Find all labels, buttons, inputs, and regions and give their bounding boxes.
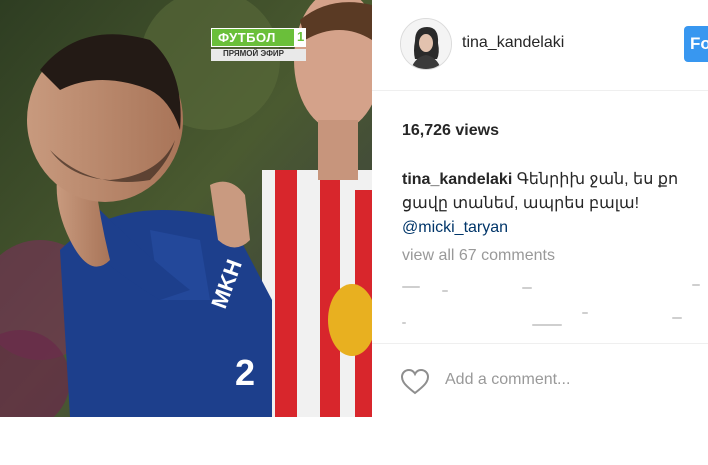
heart-outline-icon[interactable] (400, 368, 430, 396)
caption-text-line1: Գենրիխ ջան, ես քո (516, 171, 679, 188)
caption-username[interactable]: tina_kandelaki (402, 171, 512, 188)
caption-text-line2: ցավը տանեմ, ապրես բալա! (402, 195, 640, 212)
svg-text:2: 2 (235, 352, 255, 393)
video-frame: MKH 2 (0, 0, 372, 417)
channel-name: ФУТБОЛ (218, 30, 276, 45)
post-media[interactable]: MKH 2 ФУТБОЛ 1 ПРЯМОЙ ЭФИР (0, 0, 372, 417)
live-label: ПРЯМОЙ ЭФИР (223, 49, 284, 58)
avatar[interactable] (400, 18, 452, 70)
divider (372, 343, 708, 344)
bottom-strip (0, 417, 708, 465)
post-sidebar: tina_kandelaki Fo 16,726 views tina_kand… (372, 0, 708, 417)
post-header: tina_kandelaki Fo (372, 0, 708, 91)
avatar-image (401, 19, 451, 69)
username[interactable]: tina_kandelaki (462, 34, 564, 52)
caption: tina_kandelaki Գենրիխ ջան, ես քո ցավը տա… (402, 168, 708, 240)
add-comment-input[interactable]: Add a comment... (445, 371, 570, 389)
channel-logo: ФУТБОЛ 1 ПРЯМОЙ ЭФИР (211, 28, 306, 62)
view-count: 16,726 views (402, 122, 499, 139)
follow-button[interactable]: Fo (684, 26, 708, 62)
blurred-comments (402, 282, 702, 332)
channel-number: 1 (297, 29, 305, 44)
caption-mention-link[interactable]: @micki_taryan (402, 216, 708, 240)
view-all-comments-link[interactable]: view all 67 comments (402, 247, 555, 265)
